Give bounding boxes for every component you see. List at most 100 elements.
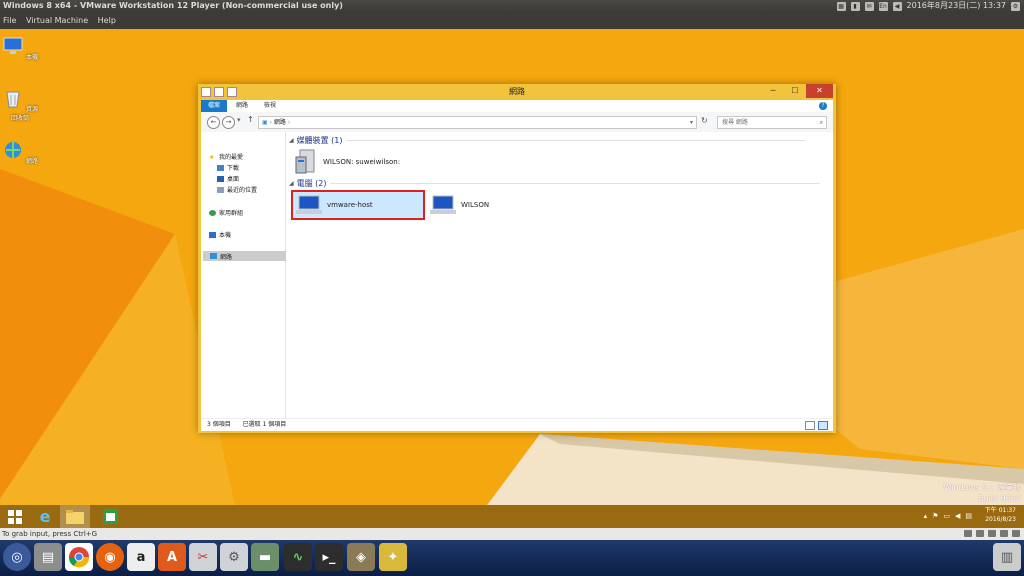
sidebar-item-desktop[interactable]: 桌面 — [217, 174, 239, 183]
amazon-icon[interactable]: a — [127, 543, 155, 571]
firefox-icon[interactable]: ◉ — [96, 543, 124, 571]
taskbar-internet-explorer[interactable]: e — [30, 505, 60, 528]
files-icon[interactable]: ▤ — [34, 543, 62, 571]
settings-icon[interactable]: ⚙ — [220, 543, 248, 571]
disk-icon[interactable]: ▬ — [251, 543, 279, 571]
window-title: 網路 — [509, 87, 525, 96]
cd-drive-icon[interactable] — [976, 530, 984, 537]
address-bar-row: ← → ▾ ↑ ▣ › 網路 › ▾ ↻ 搜尋 網路 ⌕ — [201, 112, 833, 132]
forward-icon[interactable]: → — [222, 116, 235, 129]
show-hidden-icons[interactable]: ▴ — [924, 512, 928, 520]
file-explorer-window: 網路 ─ ☐ ✕ 檔案 網路 檢視 ? ← → ▾ ↑ ▣ › 網路 › ▾ ↻… — [198, 84, 836, 433]
system-tools-icon[interactable]: ✂ — [189, 543, 217, 571]
tab-file[interactable]: 檔案 — [201, 100, 228, 112]
breadcrumb-network[interactable]: 網路 — [274, 119, 286, 126]
tab-network[interactable]: 網路 — [229, 100, 255, 112]
sidebar-item-thispc[interactable]: 本機 — [209, 230, 231, 239]
sidebar-item-homegroup[interactable]: 家用群組 — [209, 208, 243, 217]
homegroup-icon — [209, 209, 216, 216]
store-icon — [102, 509, 118, 524]
refresh-icon[interactable]: ↻ — [701, 116, 708, 125]
group-computers[interactable]: ◢ 電腦 (2) — [289, 178, 820, 189]
indicator-icon[interactable]: ▦ — [836, 1, 846, 11]
up-icon[interactable]: ↑ — [247, 115, 254, 124]
sidebar-item-network[interactable]: 網路 — [203, 251, 290, 261]
computer-icon — [3, 37, 23, 54]
search-input[interactable]: 搜尋 網路 ⌕ — [717, 116, 827, 129]
navigation-pane: ★ 我的最愛 下載 桌面 最近的位置 家用群組 本機 網路 — [201, 132, 290, 418]
window-controls: ─ ☐ ✕ — [762, 84, 833, 98]
chrome-icon[interactable] — [65, 543, 93, 571]
collapse-chevron-icon[interactable]: ◢ — [289, 137, 294, 144]
computer-icon — [430, 195, 456, 214]
dash-home-icon[interactable]: ◎ — [3, 543, 31, 571]
chat-indicator-icon[interactable]: ✉ — [864, 1, 874, 11]
computer-icon — [296, 195, 322, 214]
grab-input-hint: To grab input, press Ctrl+G — [2, 530, 98, 538]
media-device-item[interactable]: WILSON: suweiwilson: — [294, 149, 400, 175]
computer-item-vmware-host[interactable]: vmware-host — [291, 190, 425, 220]
desktop-icon-recycle-bin[interactable]: 資源回收筒 — [0, 87, 40, 122]
search-icon[interactable]: ⌕ — [820, 117, 823, 128]
system-monitor-icon[interactable]: ∿ — [284, 543, 312, 571]
address-dropdown-icon[interactable]: ▾ — [690, 117, 693, 128]
tab-view[interactable]: 檢視 — [257, 100, 283, 112]
group-divider — [329, 183, 820, 184]
close-button[interactable]: ✕ — [806, 84, 833, 98]
recent-places-icon — [217, 186, 224, 193]
action-center-icon[interactable]: ⚑ — [932, 512, 938, 520]
network-globe-icon — [5, 142, 22, 158]
folder-icon — [66, 509, 84, 524]
trash-icon[interactable]: ▥ — [993, 543, 1021, 571]
terminal-icon[interactable]: ▸_ — [315, 543, 343, 571]
vmware-player-icon[interactable]: ✦ — [379, 543, 407, 571]
sidebar-item-downloads[interactable]: 下載 — [217, 163, 239, 172]
usb-icon[interactable] — [1000, 530, 1008, 537]
minimize-button[interactable]: ─ — [762, 84, 784, 98]
network-icon — [210, 253, 217, 259]
recent-locations-icon[interactable]: ▾ — [237, 116, 241, 124]
download-folder-icon — [217, 164, 224, 171]
recycle-bin-icon — [6, 91, 20, 108]
gear-icon[interactable]: ⚙ — [1011, 1, 1020, 11]
volume-tray-icon[interactable]: ◀ — [955, 512, 960, 520]
address-input[interactable]: ▣ › 網路 › ▾ — [258, 116, 697, 129]
sound-icon[interactable] — [1012, 530, 1020, 537]
sidebar-item-recent[interactable]: 最近的位置 — [217, 185, 257, 194]
group-media-devices[interactable]: ◢ 媒體裝置 (1) — [289, 135, 806, 146]
help-icon[interactable]: ? — [819, 102, 827, 110]
network-adapter-icon[interactable] — [988, 530, 996, 537]
software-center-icon[interactable]: A — [158, 543, 186, 571]
menu-virtual-machine[interactable]: Virtual Machine — [26, 16, 88, 25]
start-button[interactable] — [0, 505, 30, 528]
taskbar-file-explorer[interactable] — [60, 505, 90, 528]
sidebar-item-favorites[interactable]: ★ 我的最愛 — [209, 152, 243, 162]
windows-edition-watermark: Windows 8.1 專業版 — [943, 483, 1021, 492]
network-small-icon: ▣ — [262, 119, 268, 126]
desktop-icon-thispc[interactable]: 本機 — [0, 35, 40, 61]
selected-count: 已選取 1 個項目 — [242, 421, 287, 428]
hard-disk-icon[interactable] — [964, 530, 972, 537]
back-icon[interactable]: ← — [207, 116, 220, 129]
large-icons-view-icon[interactable] — [818, 421, 828, 430]
taskbar-clock[interactable]: 下午 01:37 2016/8/23 — [985, 506, 1016, 524]
host-clock[interactable]: 2016年8月23日(二) 13:37 — [907, 0, 1006, 12]
internet-explorer-icon: e — [39, 507, 51, 526]
network-indicator-icon[interactable]: ▮ — [850, 1, 860, 11]
network-tray-icon[interactable]: ▭ — [943, 512, 950, 520]
collapse-chevron-icon[interactable]: ◢ — [289, 180, 294, 187]
menu-help[interactable]: Help — [98, 16, 116, 25]
details-view-icon[interactable] — [805, 421, 815, 430]
keyboard-layout-icon[interactable]: En — [878, 1, 888, 11]
keyboard-tray-icon[interactable]: ▤ — [965, 512, 972, 520]
vmware-icon[interactable]: ◈ — [347, 543, 375, 571]
file-list-pane: ◢ 媒體裝置 (1) WILSON: suweiwilson: ◢ 電腦 (2)… — [286, 132, 833, 418]
computer-item-wilson[interactable]: WILSON — [430, 192, 489, 218]
taskbar-store[interactable] — [95, 505, 125, 528]
volume-icon[interactable]: ◀ — [892, 1, 902, 11]
menu-file[interactable]: File — [3, 16, 16, 25]
vmware-menubar: File Virtual Machine Help — [0, 12, 1024, 29]
host-window-title: Windows 8 x64 - VMware Workstation 12 Pl… — [3, 1, 343, 10]
maximize-button[interactable]: ☐ — [784, 84, 806, 98]
desktop-icon-network[interactable]: 網路 — [0, 139, 40, 165]
